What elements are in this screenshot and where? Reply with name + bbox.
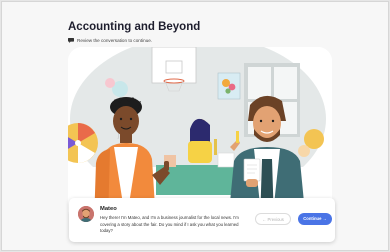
app-frame: Accounting and Beyond Review the convers… [1,1,389,251]
continue-button[interactable]: Continue → [298,213,332,225]
previous-button[interactable]: ← Previous [255,213,291,225]
chat-bubble-icon [68,38,74,43]
avatar [78,206,94,222]
speaker-name: Mateo [100,206,117,212]
dialog-card: Mateo Hey there! I'm Mateo, and I'm a bu… [69,198,335,242]
instruction-text: Review the conversation to continue. [77,38,153,43]
dialog-message: Hey there! I'm Mateo, and I'm a business… [100,215,239,234]
instruction-row: Review the conversation to continue. [68,38,152,43]
scene-illustration [68,47,332,223]
page-title: Accounting and Beyond [68,21,201,33]
